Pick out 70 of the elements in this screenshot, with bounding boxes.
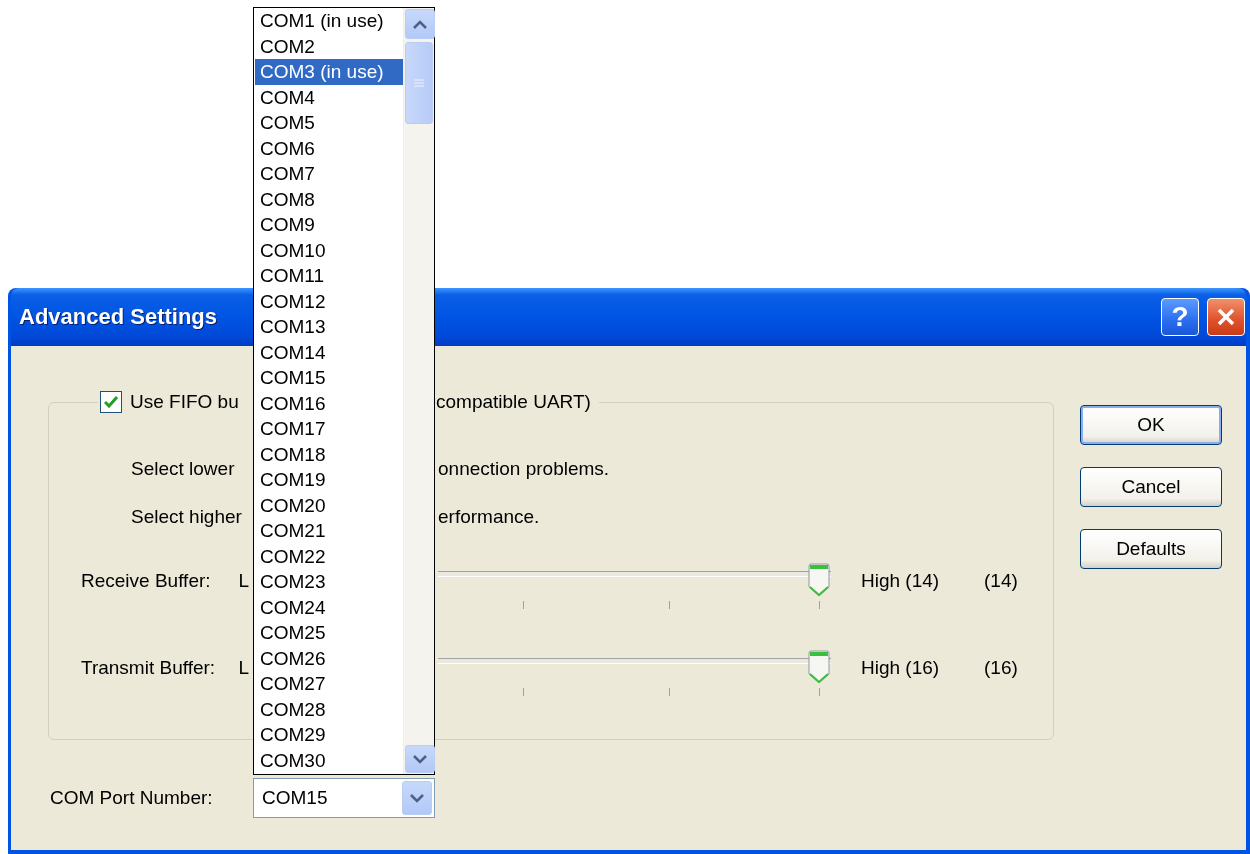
list-item[interactable]: COM22: [255, 543, 403, 569]
slider-thumb[interactable]: [808, 650, 830, 684]
close-icon: [1216, 307, 1236, 327]
list-item[interactable]: COM4: [255, 84, 403, 110]
list-item[interactable]: COM3 (in use): [255, 59, 403, 85]
dialog-button[interactable]: Cancel: [1080, 467, 1222, 507]
list-item[interactable]: COM16: [255, 390, 403, 416]
slider-label: Transmit Buffer:: [81, 656, 216, 680]
list-item[interactable]: COM17: [255, 416, 403, 442]
hint-text: onnection problems.: [438, 458, 610, 480]
tick-mark: [523, 601, 524, 609]
scroll-down-button[interactable]: [405, 745, 435, 773]
list-item[interactable]: COM24: [255, 594, 403, 620]
scroll-up-button[interactable]: [405, 9, 435, 39]
checkbox-label: Use FIFO bu: [130, 391, 240, 413]
list-item[interactable]: COM21: [255, 518, 403, 544]
low-label: L: [238, 569, 249, 593]
list-item[interactable]: COM12: [255, 288, 403, 314]
list-item[interactable]: COM13: [255, 314, 403, 340]
list-item[interactable]: COM30: [255, 747, 403, 773]
slider-reading: (16): [984, 656, 1018, 680]
fifo-checkbox[interactable]: [100, 391, 122, 413]
list-item[interactable]: COM20: [255, 492, 403, 518]
checkbox-label: compatible UART): [436, 391, 591, 413]
hint-text: Select lower: [131, 458, 236, 480]
dialog-button[interactable]: OK: [1080, 405, 1222, 445]
window-title: Advanced Settings: [19, 304, 218, 330]
hint-text: Select higher: [131, 506, 243, 528]
list-item[interactable]: COM19: [255, 467, 403, 493]
list-item[interactable]: COM28: [255, 696, 403, 722]
low-label: L: [238, 656, 249, 680]
tick-mark: [523, 688, 524, 696]
slider-thumb[interactable]: [808, 563, 830, 597]
dialog-button[interactable]: Defaults: [1080, 529, 1222, 569]
slider-reading: (14): [984, 569, 1018, 593]
list-item[interactable]: COM18: [255, 441, 403, 467]
list-item[interactable]: COM1 (in use): [255, 8, 403, 34]
list-item[interactable]: COM10: [255, 237, 403, 263]
list-item[interactable]: COM2: [255, 33, 403, 59]
check-icon: [104, 396, 118, 408]
dropdown-icon: [410, 793, 424, 803]
list-item[interactable]: COM11: [255, 263, 403, 289]
grip-icon: [414, 79, 424, 87]
chevron-down-icon: [413, 754, 427, 764]
close-button[interactable]: [1207, 298, 1245, 336]
tick-mark: [669, 601, 670, 609]
list-item[interactable]: COM8: [255, 186, 403, 212]
list-item[interactable]: COM15: [255, 365, 403, 391]
hint-text: erformance.: [438, 506, 540, 528]
list-item[interactable]: COM14: [255, 339, 403, 365]
port-label: COM Port Number:: [50, 787, 214, 809]
tick-mark: [819, 601, 820, 609]
slider-label: Receive Buffer:: [81, 569, 211, 593]
tick-mark: [669, 688, 670, 696]
list-item[interactable]: COM6: [255, 135, 403, 161]
list-item[interactable]: COM29: [255, 722, 403, 748]
high-label: High (16): [861, 656, 941, 680]
high-label: High (14): [861, 569, 941, 593]
port-combobox[interactable]: COM15: [253, 778, 435, 818]
list-item[interactable]: COM23: [255, 569, 403, 595]
list-item[interactable]: COM26: [255, 645, 403, 671]
list-item[interactable]: COM9: [255, 212, 403, 238]
list-item[interactable]: COM5: [255, 110, 403, 136]
help-button[interactable]: ?: [1161, 298, 1199, 336]
chevron-up-icon: [413, 19, 427, 29]
list-item[interactable]: COM27: [255, 671, 403, 697]
tick-mark: [819, 688, 820, 696]
scroll-thumb[interactable]: [405, 42, 433, 124]
list-item[interactable]: COM25: [255, 620, 403, 646]
list-item[interactable]: COM7: [255, 161, 403, 187]
